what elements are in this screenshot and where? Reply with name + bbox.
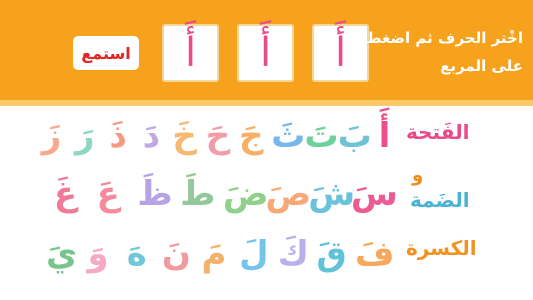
instruction-text: اخْتر الحرف ثم اضغط على المربع — [348, 24, 523, 80]
letter-tile[interactable]: نَ — [162, 230, 191, 278]
letter-tile[interactable]: هَ — [123, 230, 150, 278]
header-divider — [0, 100, 533, 106]
letter-tile[interactable]: مَ — [201, 230, 228, 278]
letter-tile[interactable]: زَ — [38, 112, 65, 160]
label-waw: و — [412, 165, 424, 186]
answer-card-1[interactable]: أَ — [162, 24, 219, 82]
letter-tile[interactable]: عَ — [95, 170, 122, 218]
label-kasra: الكسرة — [406, 236, 477, 260]
letter-tile[interactable]: تَ — [304, 112, 338, 160]
letter-tile[interactable]: خَ — [171, 112, 198, 160]
answer-card-2[interactable]: أَ — [237, 24, 294, 82]
letter-tile[interactable]: فَ — [355, 230, 395, 278]
letter-tile[interactable]: سَ — [351, 170, 398, 218]
letters-row-1: أَ بَ تَ ثَ جَ حَ خَ دَ ذَ رَ زَ — [38, 112, 398, 160]
letter-tile[interactable]: غَ — [52, 170, 79, 218]
letter-tile[interactable]: دَ — [138, 112, 165, 160]
letter-tile[interactable]: شَ — [308, 170, 355, 218]
instruction-line-1: اخْتر الحرف ثم اضغط — [366, 29, 523, 47]
letters-row-3: فَ قَ كَ لَ مَ نَ هَ وَ يَ — [46, 230, 395, 278]
letter-tile[interactable]: كَ — [278, 230, 309, 278]
letter-tile[interactable]: حَ — [204, 112, 231, 160]
letter-tile[interactable]: وَ — [85, 230, 112, 278]
letter-tile[interactable]: ضَ — [223, 170, 269, 218]
letter-tile[interactable]: بَ — [338, 112, 372, 160]
instruction-line-2: على المربع — [440, 57, 523, 75]
letter-tile[interactable]: ذَ — [105, 112, 132, 160]
label-damma: الضَمة — [410, 188, 470, 212]
listen-button[interactable]: استمع — [73, 36, 139, 70]
letter-tile[interactable]: طَ — [180, 170, 215, 218]
letter-tile[interactable]: صَ — [266, 170, 312, 218]
letter-tile[interactable]: يَ — [46, 230, 77, 278]
letter-tile[interactable]: قَ — [316, 230, 346, 278]
letter-tile[interactable]: لَ — [239, 230, 269, 278]
letter-tile[interactable]: رَ — [71, 112, 98, 160]
letter-tile[interactable]: جَ — [238, 112, 265, 160]
label-fatha: الفَتحة — [406, 120, 470, 144]
letter-tile[interactable]: ثَ — [271, 112, 305, 160]
letter-tile[interactable]: أَ — [371, 112, 398, 160]
letter-tile[interactable]: ظَ — [137, 170, 172, 218]
letters-row-2: سَ شَ صَ ضَ طَ ظَ عَ غَ — [52, 170, 398, 218]
